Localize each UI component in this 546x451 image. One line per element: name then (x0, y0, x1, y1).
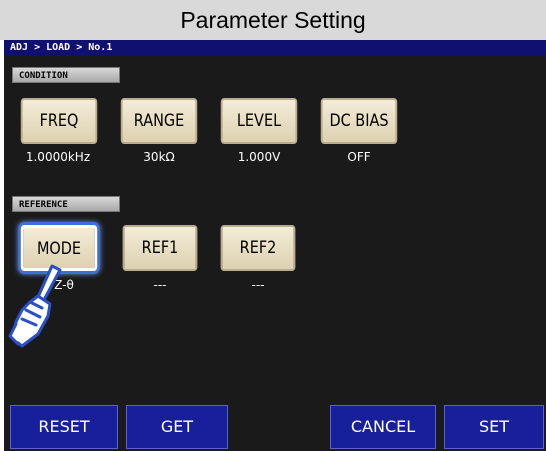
ref1-value: --- (153, 278, 167, 292)
set-button[interactable]: SET (444, 405, 544, 449)
ref1-button[interactable]: REF1 (122, 225, 198, 271)
ref2-value: --- (251, 278, 265, 292)
level-value: 1.000V (237, 150, 281, 164)
range-button[interactable]: RANGE (120, 98, 198, 144)
cancel-button[interactable]: CANCEL (330, 405, 436, 449)
dc-bias-button[interactable]: DC BIAS (320, 98, 398, 144)
settings-panel: CONDITION FREQ RANGE LEVEL DC BIAS 1.000… (4, 56, 546, 451)
window-title: Parameter Setting (0, 0, 546, 40)
ref2-button[interactable]: REF2 (220, 225, 296, 271)
level-button[interactable]: LEVEL (220, 98, 298, 144)
dc-bias-value: OFF (347, 150, 371, 164)
freq-button[interactable]: FREQ (20, 98, 98, 144)
freq-value: 1.0000kHz (25, 150, 91, 164)
reference-section-label: REFERENCE (12, 196, 120, 212)
range-value: 30kΩ (143, 150, 175, 164)
breadcrumb: ADJ > LOAD > No.1 (4, 40, 546, 56)
condition-section-label: CONDITION (12, 67, 120, 83)
reset-button[interactable]: RESET (10, 405, 118, 449)
pointing-hand-icon (8, 264, 62, 348)
get-button[interactable]: GET (126, 405, 228, 449)
